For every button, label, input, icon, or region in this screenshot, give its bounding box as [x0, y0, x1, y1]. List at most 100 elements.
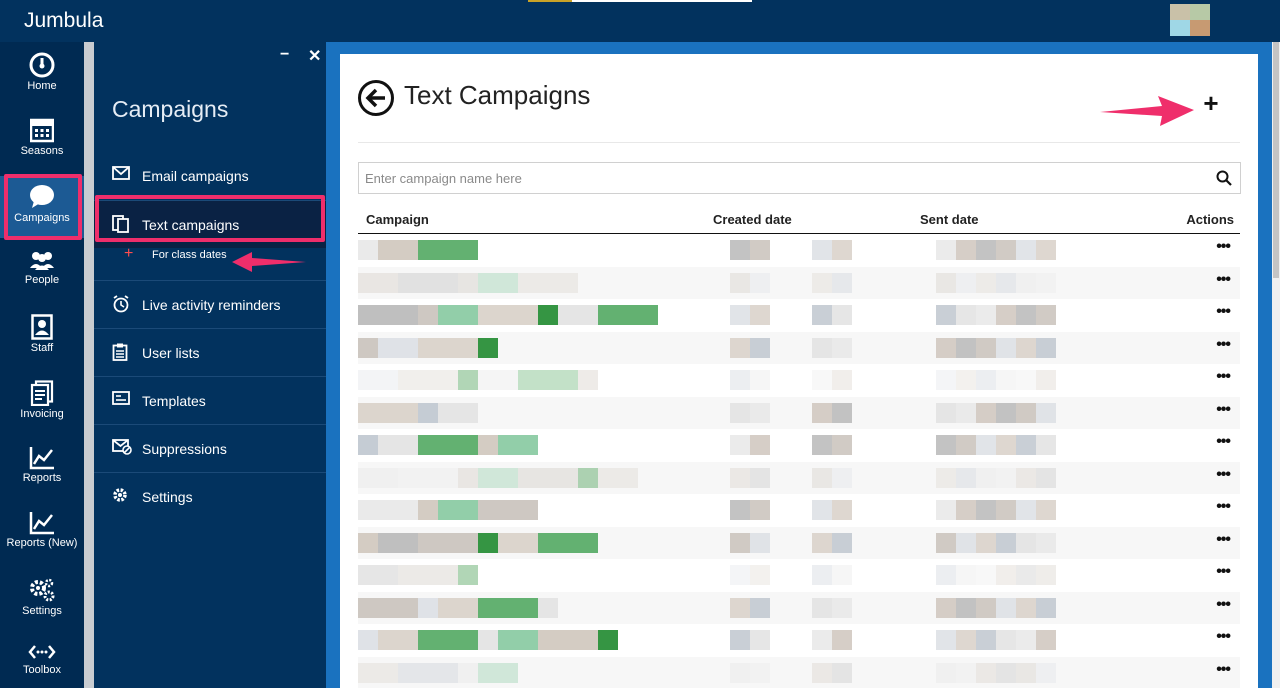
- pointer-arrow-icon: [1100, 96, 1194, 126]
- top-bar: Jumbula: [0, 0, 1280, 42]
- row-actions-menu[interactable]: •••: [1216, 336, 1231, 354]
- table-row[interactable]: •••: [358, 461, 1240, 494]
- table-row[interactable]: •••: [358, 559, 1240, 592]
- menu-label: Templates: [142, 393, 206, 409]
- calendar-icon: [30, 118, 54, 143]
- rail-item-staff[interactable]: Staff: [0, 306, 84, 368]
- table-row[interactable]: •••: [358, 494, 1240, 527]
- top-strip-accent: [528, 0, 572, 2]
- gear-icon: [113, 488, 127, 502]
- row-actions-menu[interactable]: •••: [1216, 238, 1231, 256]
- row-actions-menu[interactable]: •••: [1216, 628, 1231, 646]
- column-header-actions: Actions: [1186, 212, 1234, 227]
- row-actions-menu[interactable]: •••: [1216, 563, 1231, 581]
- row-actions-menu[interactable]: •••: [1216, 401, 1231, 419]
- rail-label: Home: [27, 80, 57, 92]
- minimize-icon[interactable]: −: [280, 46, 289, 64]
- plus-icon: +: [124, 245, 134, 262]
- row-actions-menu[interactable]: •••: [1216, 433, 1231, 451]
- row-actions-menu[interactable]: •••: [1216, 498, 1231, 516]
- row-actions-menu[interactable]: •••: [1216, 661, 1231, 679]
- table-row[interactable]: •••: [358, 331, 1240, 364]
- brand-logo[interactable]: Jumbula: [24, 9, 103, 33]
- rail-item-reports[interactable]: Reports: [0, 438, 84, 500]
- table-row[interactable]: •••: [358, 526, 1240, 559]
- column-header-sent-date[interactable]: Sent date: [920, 212, 979, 227]
- menu-label: Email campaigns: [142, 168, 249, 184]
- envelope-icon: [112, 166, 130, 180]
- code-arrows-icon: [28, 645, 56, 659]
- rail-item-toolbox[interactable]: Toolbox: [0, 634, 84, 688]
- column-header-created-date[interactable]: Created date: [713, 212, 792, 227]
- highlight-text-campaigns: [95, 195, 325, 242]
- scrollbar-thumb[interactable]: [1273, 42, 1279, 278]
- submenu-label: For class dates: [152, 249, 227, 261]
- pointer-arrow-icon: [232, 252, 306, 272]
- main-frame: Text Campaigns + Campaign Created date S…: [326, 42, 1272, 688]
- rail-label: Settings: [22, 605, 62, 617]
- content-card: Text Campaigns + Campaign Created date S…: [340, 54, 1258, 688]
- line-chart-icon: [29, 512, 54, 535]
- id-badge-icon: [31, 314, 53, 340]
- clipboard-icon: [112, 343, 128, 361]
- rail-label: Reports: [22, 472, 62, 484]
- menu-item-user-lists[interactable]: User lists: [94, 328, 326, 376]
- highlight-campaigns: [4, 174, 82, 240]
- row-actions-menu[interactable]: •••: [1216, 303, 1231, 321]
- card-icon: [112, 391, 130, 405]
- rail-item-home[interactable]: Home: [0, 44, 84, 106]
- menu-item-email-campaigns[interactable]: Email campaigns: [94, 152, 326, 200]
- close-icon[interactable]: ✕: [308, 46, 321, 66]
- rail-item-people[interactable]: People: [0, 242, 84, 304]
- gears-icon: [30, 578, 55, 602]
- rail-label: Invoicing: [20, 408, 64, 420]
- back-button[interactable]: [358, 80, 394, 116]
- rail-label: People: [24, 274, 60, 286]
- line-chart-icon: [29, 447, 54, 470]
- table-row[interactable]: •••: [358, 364, 1240, 397]
- menu-item-settings[interactable]: Settings: [94, 472, 326, 520]
- table-row[interactable]: •••: [358, 624, 1240, 657]
- add-campaign-button[interactable]: +: [1198, 90, 1224, 116]
- row-actions-menu[interactable]: •••: [1216, 596, 1231, 614]
- rail-item-reports-new[interactable]: Reports (New): [0, 503, 84, 565]
- table-row[interactable]: •••: [358, 429, 1240, 462]
- table-row[interactable]: •••: [358, 299, 1240, 332]
- table-row[interactable]: •••: [358, 266, 1240, 299]
- search-input[interactable]: [359, 163, 1199, 193]
- page-title: Text Campaigns: [404, 80, 591, 110]
- envelope-block-icon: [112, 439, 132, 455]
- rail-separator: [84, 42, 94, 688]
- menu-item-suppressions[interactable]: Suppressions: [94, 424, 326, 472]
- menu-item-templates[interactable]: Templates: [94, 376, 326, 424]
- table-row[interactable]: •••: [358, 591, 1240, 624]
- rail-label: Toolbox: [23, 664, 61, 676]
- menu-item-live-activity-reminders[interactable]: Live activity reminders: [94, 280, 326, 328]
- table-header: Campaign Created date Sent date Actions: [358, 210, 1240, 234]
- row-actions-menu[interactable]: •••: [1216, 466, 1231, 484]
- row-actions-menu[interactable]: •••: [1216, 531, 1231, 549]
- rail-item-seasons[interactable]: Seasons: [0, 109, 84, 171]
- avatar[interactable]: [1170, 4, 1210, 36]
- search-box: [358, 162, 1241, 194]
- table-row[interactable]: •••: [358, 396, 1240, 429]
- menu-label: User lists: [142, 345, 200, 361]
- menu-label: Live activity reminders: [142, 297, 281, 313]
- rail-item-settings[interactable]: Settings: [0, 569, 84, 631]
- rail-label: Staff: [30, 342, 54, 354]
- invoice-icon: [30, 380, 54, 406]
- campaigns-panel: − ✕ Campaigns Email campaigns Text campa…: [94, 42, 326, 688]
- rail-item-invoicing[interactable]: Invoicing: [0, 372, 84, 434]
- table-row[interactable]: •••: [358, 656, 1240, 688]
- rail-label: Reports (New): [6, 537, 78, 549]
- menu-label: Suppressions: [142, 441, 227, 457]
- arrow-left-icon: [365, 88, 385, 108]
- campaign-table-body: ••• ••• ••• ••• ••• ••• ••• ••• ••• ••• ••• ••• ••• •…: [358, 234, 1240, 688]
- row-actions-menu[interactable]: •••: [1216, 271, 1231, 289]
- people-icon: [30, 252, 54, 270]
- table-row[interactable]: •••: [358, 234, 1240, 267]
- column-header-campaign[interactable]: Campaign: [366, 212, 429, 227]
- top-strip-light: [572, 0, 752, 2]
- search-icon[interactable]: [1216, 170, 1232, 186]
- row-actions-menu[interactable]: •••: [1216, 368, 1231, 386]
